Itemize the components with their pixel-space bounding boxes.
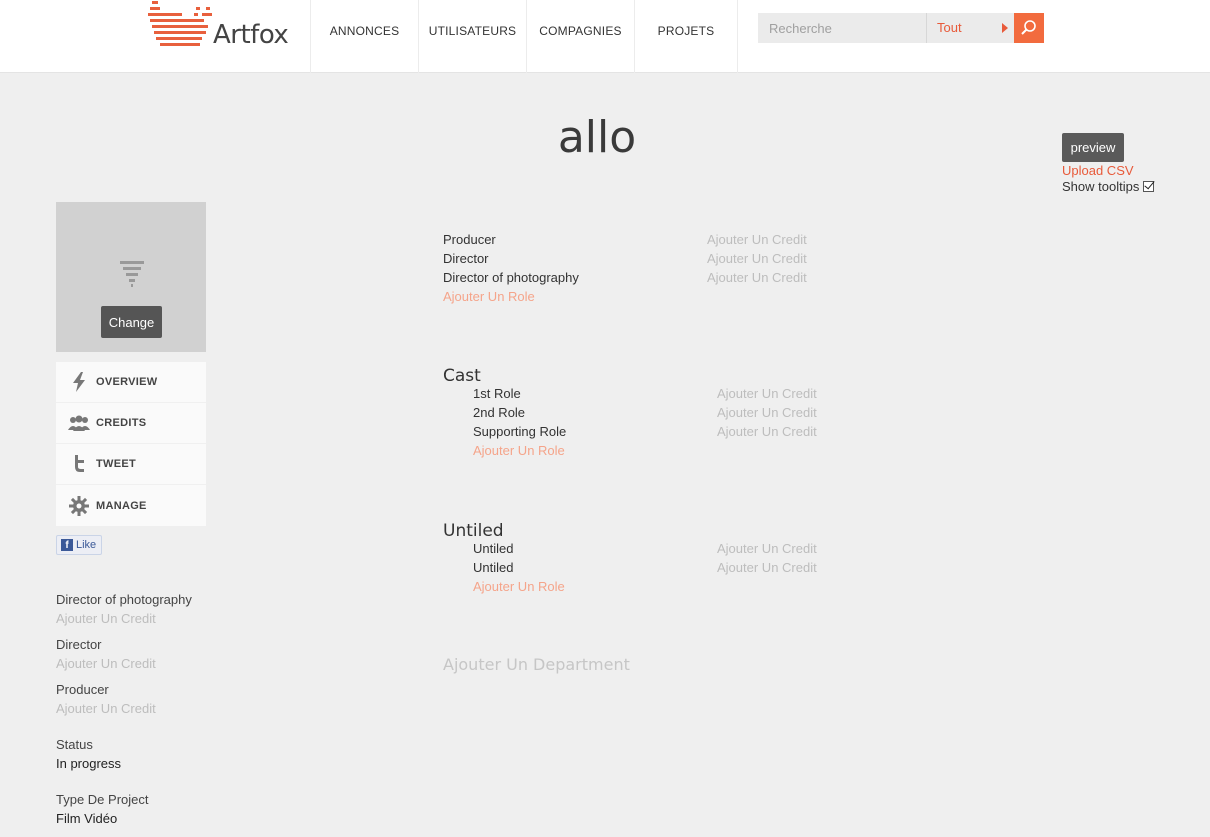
crew-group: Producer Ajouter Un Credit Director Ajou… (443, 232, 1043, 308)
show-tooltips-label: Show tooltips (1062, 179, 1140, 194)
menu-overview[interactable]: OVERVIEW (56, 362, 206, 403)
search-bar: Tout (758, 13, 1044, 43)
info-key: Type De Project (56, 792, 149, 807)
facebook-like-button[interactable]: f Like (56, 535, 103, 555)
nav-utilisateurs[interactable]: UTILISATEURS (418, 0, 526, 73)
info-producer: Producer Ajouter Un Credit (56, 682, 156, 716)
role-name: Director of photography (443, 270, 579, 285)
nav-compagnies[interactable]: COMPAGNIES (526, 0, 634, 73)
info-dop: Director of photography Ajouter Un Credi… (56, 592, 192, 626)
department-untiled: Untiled Untiled Ajouter Un Credit Untile… (443, 521, 1043, 598)
lightning-icon (68, 371, 90, 393)
preview-button[interactable]: preview (1062, 133, 1124, 162)
show-tooltips-toggle: Show tooltips (1062, 179, 1155, 194)
role-name: 1st Role (473, 386, 521, 401)
info-key: Director (56, 637, 102, 652)
credit-row: Supporting Role Ajouter Un Credit (473, 424, 1043, 443)
department-cast: Cast 1st Role Ajouter Un Credit 2nd Role… (443, 366, 1043, 462)
info-status: Status In progress (56, 737, 121, 771)
add-credit-link[interactable]: Ajouter Un Credit (717, 405, 817, 420)
add-credit-link[interactable]: Ajouter Un Credit (717, 541, 817, 556)
show-tooltips-checkbox[interactable] (1143, 181, 1155, 192)
credit-row: Untiled Ajouter Un Credit (473, 560, 1043, 579)
add-department-link[interactable]: Ajouter Un Department (443, 655, 630, 674)
menu-manage-label: MANAGE (96, 499, 147, 512)
search-scope-select[interactable]: Tout (926, 13, 1014, 43)
film-placeholder-icon (120, 261, 144, 287)
page-title: allo (557, 112, 637, 163)
credit-row: Producer Ajouter Un Credit (443, 232, 1043, 251)
info-value: In progress (56, 756, 122, 771)
menu-credits[interactable]: CREDITS (56, 403, 206, 444)
role-name: 2nd Role (473, 405, 526, 420)
upload-csv-link[interactable]: Upload CSV (1062, 163, 1134, 178)
add-credit-link[interactable]: Ajouter Un Credit (707, 251, 807, 266)
fox-logo-icon (148, 1, 212, 46)
twitter-icon (68, 453, 90, 475)
logo[interactable]: Artfox (146, 0, 296, 56)
info-project-type: Type De Project Film Vidéo (56, 792, 149, 826)
add-credit-link[interactable]: Ajouter Un Credit (717, 560, 817, 575)
info-key: Status (56, 737, 93, 752)
department-title: Untiled (443, 521, 504, 541)
credit-row: Untiled Ajouter Un Credit (473, 541, 1043, 560)
info-add-credit[interactable]: Ajouter Un Credit (56, 701, 156, 716)
add-role-link[interactable]: Ajouter Un Role (443, 289, 1043, 308)
role-name: Untiled (473, 541, 514, 556)
people-icon (68, 412, 90, 434)
logo-text: Artfox (213, 20, 289, 50)
change-poster-button[interactable]: Change (101, 306, 162, 338)
top-bar: Artfox ANNONCES UTILISATEURS COMPAGNIES … (0, 0, 1210, 73)
add-credit-link[interactable]: Ajouter Un Credit (717, 386, 817, 401)
role-name: Director (443, 251, 489, 266)
credit-row: Director Ajouter Un Credit (443, 251, 1043, 270)
add-role-link[interactable]: Ajouter Un Role (473, 579, 1043, 598)
role-name: Untiled (473, 560, 514, 575)
side-menu: OVERVIEW CREDITS TWEET MANAGE (56, 362, 206, 526)
info-key: Director of photography (56, 592, 192, 607)
menu-overview-label: OVERVIEW (96, 376, 158, 388)
search-icon (1021, 20, 1036, 35)
info-value: Film Vidéo (56, 811, 118, 826)
add-credit-link[interactable]: Ajouter Un Credit (707, 232, 807, 247)
department-roles: 1st Role Ajouter Un Credit 2nd Role Ajou… (443, 386, 1043, 462)
search-button[interactable] (1014, 13, 1044, 43)
facebook-icon: f (61, 539, 73, 551)
add-credit-link[interactable]: Ajouter Un Credit (707, 270, 807, 285)
credits-panel: Producer Ajouter Un Credit Director Ajou… (443, 232, 1043, 598)
add-credit-link[interactable]: Ajouter Un Credit (717, 424, 817, 439)
info-add-credit[interactable]: Ajouter Un Credit (56, 656, 156, 671)
department-title: Cast (443, 366, 481, 386)
project-poster: Change (56, 202, 206, 352)
search-scope-label: Tout (937, 20, 962, 35)
nav-annonces[interactable]: ANNONCES (310, 0, 418, 73)
info-director: Director Ajouter Un Credit (56, 637, 156, 671)
menu-tweet-label: TWEET (96, 458, 136, 470)
like-label: Like (76, 539, 97, 551)
gear-icon (68, 495, 90, 517)
department-roles: Untiled Ajouter Un Credit Untiled Ajoute… (443, 541, 1043, 598)
credit-row: Director of photography Ajouter Un Credi… (443, 270, 1043, 289)
menu-tweet[interactable]: TWEET (56, 444, 206, 485)
role-name: Supporting Role (473, 424, 567, 439)
role-name: Producer (443, 232, 496, 247)
nav-projets[interactable]: PROJETS (634, 0, 738, 73)
menu-credits-label: CREDITS (96, 417, 147, 429)
credit-row: 2nd Role Ajouter Un Credit (473, 405, 1043, 424)
add-role-link[interactable]: Ajouter Un Role (473, 443, 1043, 462)
search-input[interactable] (758, 13, 926, 43)
info-add-credit[interactable]: Ajouter Un Credit (56, 611, 192, 626)
menu-manage[interactable]: MANAGE (56, 485, 206, 526)
caret-right-icon (1002, 23, 1008, 33)
credit-row: 1st Role Ajouter Un Credit (473, 386, 1043, 405)
info-key: Producer (56, 682, 109, 697)
main-nav: ANNONCES UTILISATEURS COMPAGNIES PROJETS (310, 0, 738, 73)
